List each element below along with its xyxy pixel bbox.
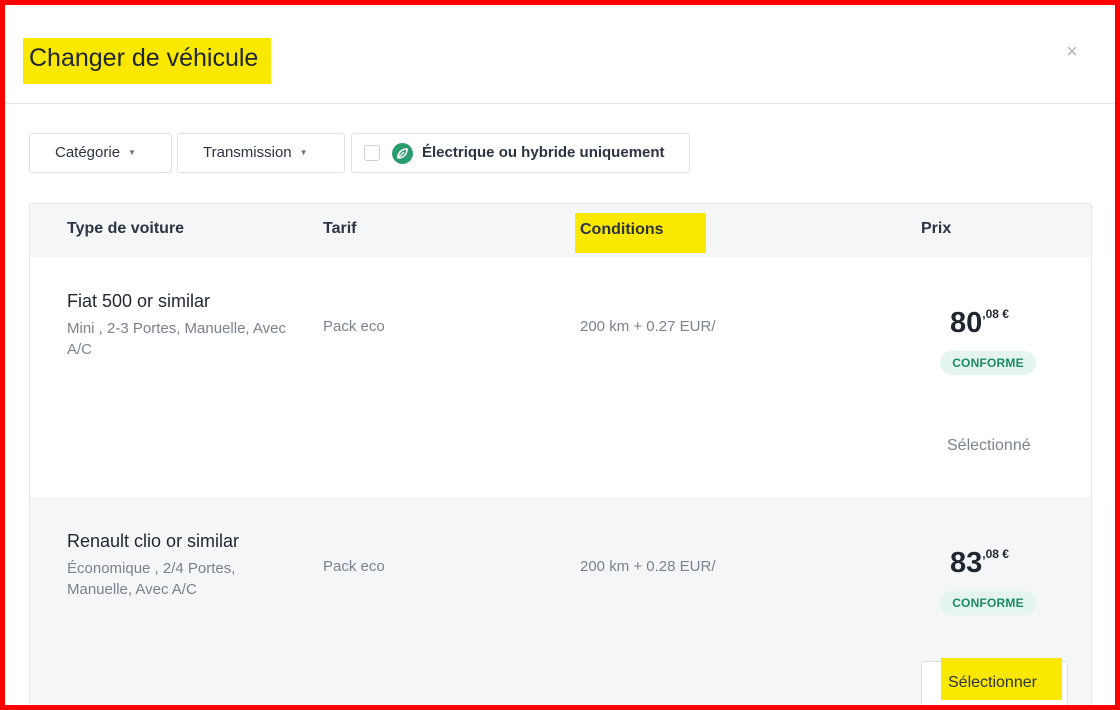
- electric-filter-label: Électrique ou hybride uniquement: [422, 144, 665, 161]
- status-badge: CONFORME: [940, 351, 1036, 375]
- select-button-label: Sélectionner: [941, 658, 1062, 700]
- table-row: Fiat 500 or similar Mini , 2-3 Portes, M…: [30, 257, 1091, 497]
- modal-header: Changer de véhicule ×: [5, 5, 1115, 104]
- transmission-filter-label: Transmission: [203, 144, 292, 161]
- tarif-value: Pack eco: [323, 558, 385, 575]
- close-icon[interactable]: ×: [1060, 40, 1084, 64]
- category-filter-button[interactable]: Catégorie ▼: [29, 133, 172, 173]
- leaf-icon: [392, 143, 413, 164]
- car-name: Fiat 500 or similar: [67, 291, 211, 311]
- price-integer: 83: [950, 547, 983, 579]
- car-spec: Économique , 2/4 Portes, Manuelle, Avec …: [67, 560, 236, 598]
- conditions-value: 200 km + 0.27 EUR/: [580, 318, 716, 335]
- car-spec: Mini , 2-3 Portes, Manuelle, Avec A/C: [67, 320, 286, 358]
- transmission-filter-button[interactable]: Transmission ▼: [177, 133, 345, 173]
- caret-down-icon: ▼: [299, 148, 308, 158]
- electric-filter-checkbox[interactable]: [364, 145, 380, 161]
- category-filter-label: Catégorie: [55, 144, 121, 161]
- selected-label: Sélectionné: [947, 437, 1031, 454]
- table-row: Renault clio or similar Économique , 2/4…: [30, 497, 1091, 705]
- price: 80,08 €: [950, 307, 1009, 340]
- column-header-price: Prix: [921, 220, 952, 237]
- price-decimal: ,08 €: [982, 547, 1009, 561]
- screenshot-frame: Changer de véhicule × Catégorie ▼ Transmi…: [0, 0, 1120, 710]
- select-button[interactable]: Sélectionner: [921, 658, 1068, 705]
- electric-filter-toggle[interactable]: Électrique ou hybride uniquement: [351, 133, 690, 173]
- tarif-value: Pack eco: [323, 318, 385, 335]
- column-header-conditions: Conditions: [575, 213, 706, 253]
- column-header-tarif: Tarif: [323, 220, 357, 237]
- price-integer: 80: [950, 307, 983, 339]
- vehicle-table: Type de voiture Tarif Conditions Prix Fi…: [29, 203, 1092, 705]
- status-badge: CONFORME: [940, 591, 1036, 615]
- price-decimal: ,08 €: [982, 307, 1009, 321]
- table-header: Type de voiture Tarif Conditions Prix: [30, 204, 1091, 257]
- price: 83,08 €: [950, 547, 1009, 580]
- caret-down-icon: ▼: [128, 148, 136, 158]
- column-header-car-type: Type de voiture: [67, 220, 185, 237]
- conditions-value: 200 km + 0.28 EUR/: [580, 558, 716, 575]
- car-name: Renault clio or similar: [67, 531, 240, 551]
- modal-title: Changer de véhicule: [23, 38, 271, 84]
